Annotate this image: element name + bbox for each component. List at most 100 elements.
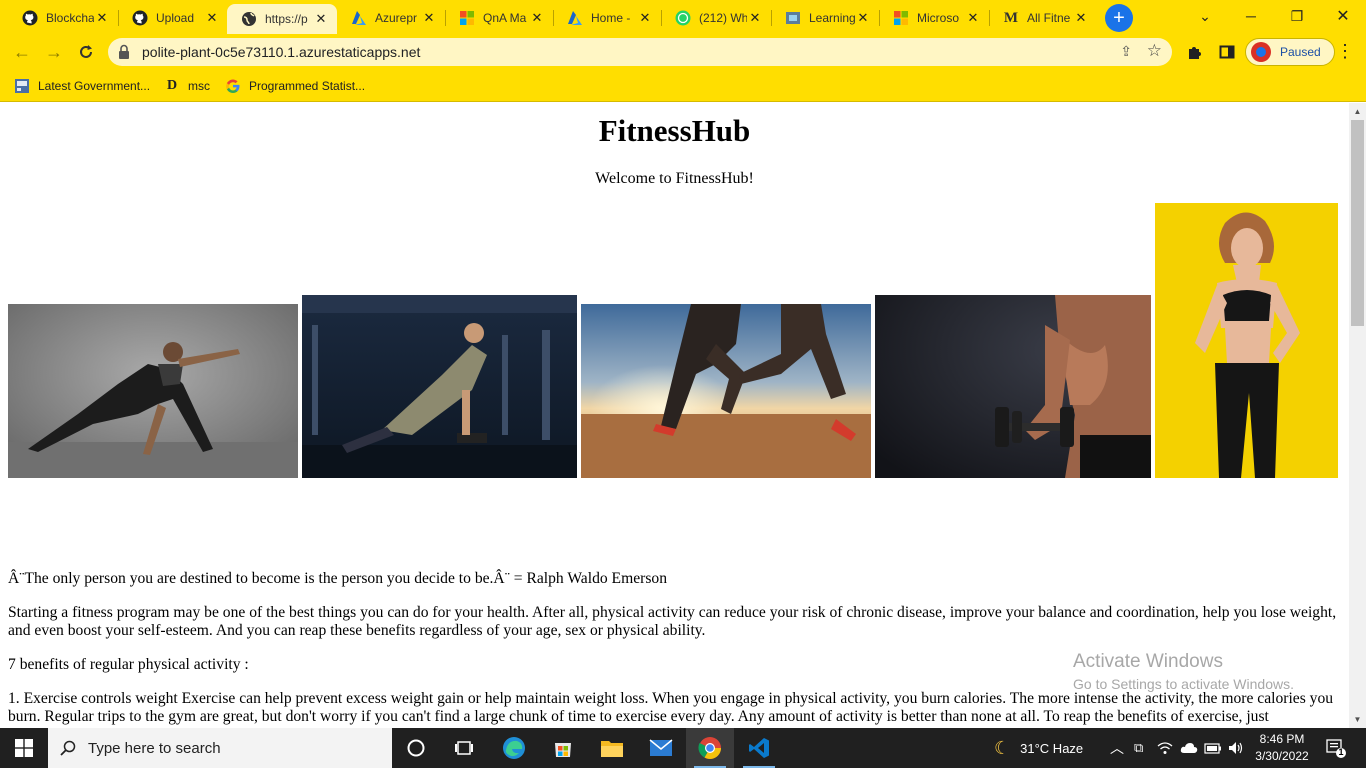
side-panel-icon[interactable] — [1217, 42, 1237, 62]
notification-center-button[interactable]: 1 — [1325, 728, 1347, 768]
azure-icon — [351, 10, 367, 26]
close-window-button[interactable]: ✕ — [1320, 0, 1366, 32]
learn-icon — [785, 10, 801, 26]
github-icon — [22, 10, 38, 26]
fitness-woman-photo — [1155, 203, 1338, 478]
edge-icon — [503, 737, 525, 759]
close-tab-icon[interactable]: ✕ — [313, 11, 329, 27]
url-text[interactable]: polite-plant-0c5e73110.1.azurestaticapps… — [142, 44, 420, 60]
tab-strip: Blockcha ✕ Upload ✕ https://p ✕ Azurepr … — [0, 0, 1366, 34]
windows-taskbar: Type here to search ☾ 31°C Haze ︿ ⧉ 8:46… — [0, 728, 1366, 768]
tab-upload[interactable]: Upload ✕ — [118, 4, 228, 32]
tab-title: Microso — [917, 11, 960, 25]
tab-home[interactable]: Home - ✕ — [553, 4, 661, 32]
profile-status: Paused — [1280, 45, 1321, 59]
vscode-icon — [749, 738, 769, 758]
close-tab-icon[interactable]: ✕ — [529, 10, 545, 26]
quote-text: Â¨The only person you are destined to be… — [8, 570, 667, 587]
tab-learning[interactable]: Learning ✕ — [771, 4, 879, 32]
yoga-photo — [8, 304, 298, 478]
mail-app[interactable] — [637, 728, 685, 768]
page-scrollbar[interactable]: ▲ ▼ — [1349, 103, 1366, 728]
show-hidden-icons-chevron[interactable]: ︿ — [1110, 728, 1124, 768]
weather-widget[interactable]: ☾ 31°C Haze — [994, 728, 1083, 768]
activate-windows-watermark: Activate Windows Go to Settings to activ… — [1073, 651, 1294, 692]
tab-azurepr[interactable]: Azurepr ✕ — [337, 4, 445, 32]
wifi-icon[interactable] — [1157, 728, 1173, 768]
share-icon[interactable]: ⇪ — [1120, 43, 1132, 60]
scroll-up-icon[interactable]: ▲ — [1349, 103, 1366, 120]
tab-whatsapp[interactable]: (212) Wh ✕ — [661, 4, 771, 32]
tab-qna-maker[interactable]: QnA Ma ✕ — [445, 4, 553, 32]
minimize-button[interactable]: ─ — [1228, 0, 1274, 32]
clock-time: 8:46 PM — [1259, 732, 1305, 746]
dumbbell-curl-photo — [875, 295, 1151, 478]
bookmarks-bar: Latest Government... D msc Programmed St… — [0, 70, 1366, 102]
forward-button[interactable]: → — [40, 38, 68, 66]
profile-button[interactable]: Paused — [1245, 38, 1335, 66]
scrollbar-thumb[interactable] — [1351, 120, 1364, 326]
close-tab-icon[interactable]: ✕ — [1073, 10, 1089, 26]
close-tab-icon[interactable]: ✕ — [855, 10, 871, 26]
close-tab-icon[interactable]: ✕ — [747, 10, 763, 26]
avatar — [1251, 42, 1271, 62]
new-tab-button[interactable]: + — [1105, 4, 1133, 32]
scroll-down-icon[interactable]: ▼ — [1349, 711, 1366, 728]
cortana-button[interactable] — [392, 728, 440, 768]
microsoft-icon — [459, 10, 475, 26]
store-icon — [555, 743, 571, 757]
folder-icon — [601, 741, 623, 757]
d-icon: D — [166, 78, 178, 93]
battery-icon[interactable] — [1204, 728, 1222, 768]
address-bar[interactable]: polite-plant-0c5e73110.1.azurestaticapps… — [108, 38, 1172, 66]
welcome-text: Welcome to FitnessHub! — [595, 170, 754, 187]
notification-badge: 1 — [1338, 747, 1344, 757]
benefit-paragraph: 1. Exercise controls weight Exercise can… — [8, 690, 1334, 725]
browser-toolbar: ← → polite-plant-0c5e73110.1.azurestatic… — [0, 34, 1366, 70]
start-button[interactable] — [0, 728, 48, 768]
close-tab-icon[interactable]: ✕ — [94, 10, 110, 26]
bookmark-latest-government[interactable]: Latest Government... — [14, 76, 150, 96]
volume-icon[interactable] — [1228, 728, 1244, 768]
edge-app[interactable] — [490, 728, 538, 768]
task-view-button[interactable] — [440, 728, 488, 768]
microsoft-store-app[interactable] — [539, 728, 587, 768]
search-placeholder: Type here to search — [88, 739, 221, 757]
extensions-puzzle-icon[interactable] — [1185, 42, 1205, 62]
tab-fitnesshub-active[interactable]: https://p ✕ — [227, 4, 337, 34]
close-tab-icon[interactable]: ✕ — [204, 10, 220, 26]
tab-microsoft[interactable]: Microso ✕ — [879, 4, 989, 32]
back-button[interactable]: ← — [8, 38, 36, 66]
bookmark-programmed-statist[interactable]: Programmed Statist... — [225, 76, 365, 96]
lock-icon[interactable] — [118, 44, 134, 60]
reload-icon — [80, 45, 92, 58]
onedrive-cloud-icon[interactable] — [1180, 728, 1198, 768]
chrome-app[interactable] — [686, 728, 734, 768]
taskbar-search-box[interactable]: Type here to search — [48, 728, 392, 768]
bookmark-msc[interactable]: D msc — [164, 76, 210, 96]
weather-text: 31°C Haze — [1020, 740, 1084, 756]
tab-search-chevron-icon[interactable]: ⌄ — [1182, 0, 1228, 32]
intro-paragraph: Starting a fitness program may be one of… — [8, 604, 1337, 639]
reload-button[interactable] — [72, 38, 100, 66]
system-clock[interactable]: 8:46 PM 3/30/2022 — [1251, 731, 1313, 765]
tab-blockchain[interactable]: Blockcha ✕ — [8, 4, 118, 32]
browser-menu-icon[interactable]: ⋮ — [1336, 41, 1354, 62]
tab-title: Blockcha — [46, 11, 94, 25]
file-explorer-app[interactable] — [588, 728, 636, 768]
chrome-icon — [698, 737, 721, 759]
microsoft-icon — [893, 10, 909, 26]
close-tab-icon[interactable]: ✕ — [421, 10, 437, 26]
tab-title: QnA Ma — [483, 11, 527, 25]
vscode-app[interactable] — [735, 728, 783, 768]
close-tab-icon[interactable]: ✕ — [965, 10, 981, 26]
meet-now-icon[interactable]: ⧉ — [1134, 728, 1143, 768]
close-tab-icon[interactable]: ✕ — [637, 10, 653, 26]
bookmark-label: Programmed Statist... — [249, 79, 366, 93]
gov-icon — [14, 78, 30, 94]
watermark-subtitle: Go to Settings to activate Windows. — [1073, 676, 1294, 692]
tab-all-fitness[interactable]: M All Fitne ✕ — [989, 4, 1097, 32]
google-icon — [225, 78, 241, 94]
bookmark-star-icon[interactable]: ☆ — [1147, 41, 1162, 61]
restore-button[interactable]: ❐ — [1274, 0, 1320, 32]
